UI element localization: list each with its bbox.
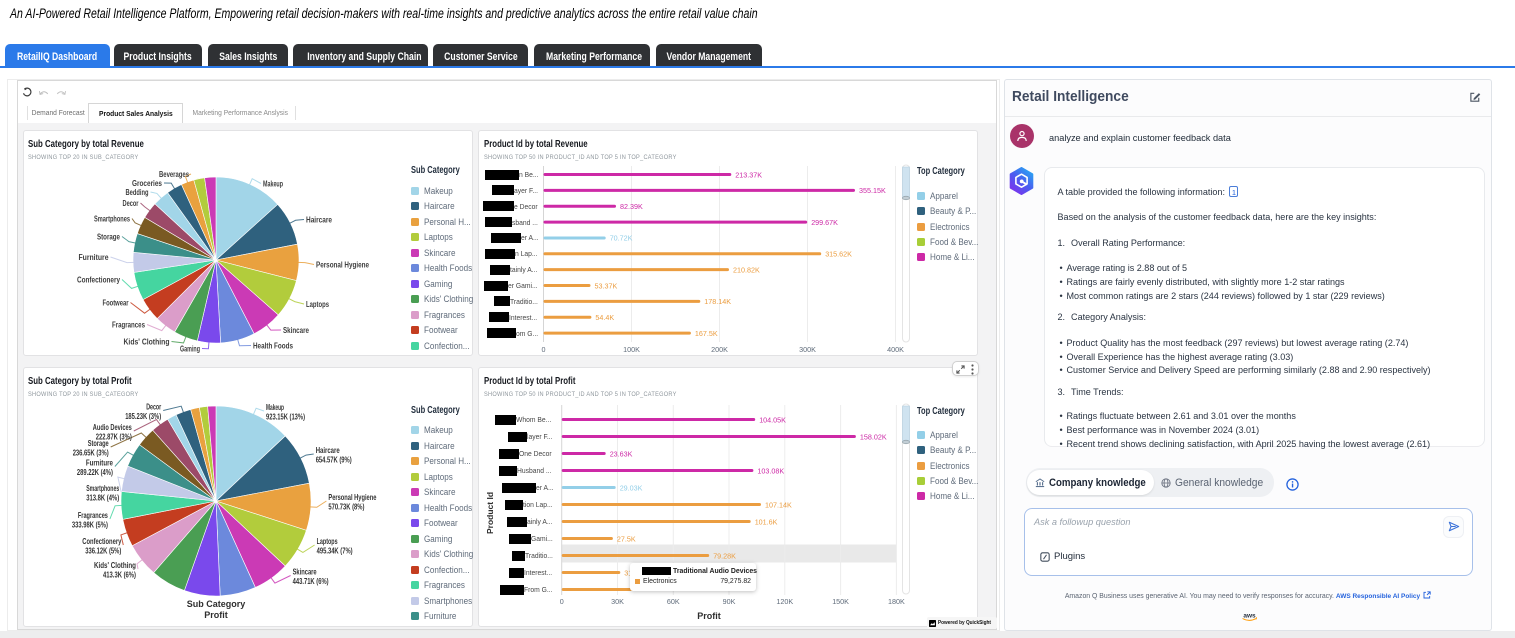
- svg-text:355.15K: 355.15K: [859, 186, 886, 195]
- svg-text:53.37K: 53.37K: [595, 281, 618, 290]
- svg-text:29.03K: 29.03K: [620, 483, 643, 492]
- svg-text:Smartphones: Smartphones: [94, 214, 130, 224]
- svg-text:150K: 150K: [832, 597, 849, 606]
- svg-text:210.82K: 210.82K: [733, 265, 760, 274]
- svg-text:Haircare: Haircare: [316, 446, 340, 455]
- svg-text:336.12K (5%): 336.12K (5%): [85, 547, 121, 556]
- svg-text:107.14K: 107.14K: [765, 500, 792, 509]
- svg-text:120K: 120K: [776, 597, 793, 606]
- svg-text:923.15K (13%): 923.15K (13%): [266, 413, 305, 422]
- svg-text:570.73K (8%): 570.73K (8%): [328, 503, 364, 512]
- svg-text:Haircare: Haircare: [306, 215, 332, 225]
- svg-text:Decor: Decor: [146, 403, 162, 412]
- svg-text:313.8K (4%): 313.8K (4%): [86, 494, 119, 503]
- svg-text:Fragrances: Fragrances: [78, 511, 108, 520]
- svg-text:333.98K (5%): 333.98K (5%): [72, 521, 108, 530]
- svg-text:Laptops: Laptops: [317, 537, 338, 546]
- svg-text:213.37K: 213.37K: [735, 170, 762, 179]
- svg-text:23.63K: 23.63K: [610, 449, 633, 458]
- svg-text:27.5K: 27.5K: [617, 534, 636, 543]
- svg-text:Fragrances: Fragrances: [112, 320, 145, 330]
- svg-text:289.22K (4%): 289.22K (4%): [77, 468, 113, 477]
- svg-text:300K: 300K: [799, 345, 816, 354]
- svg-text:Beverages: Beverages: [159, 169, 189, 179]
- svg-text:82.39K: 82.39K: [620, 202, 643, 211]
- svg-text:Personal Hygiene: Personal Hygiene: [328, 493, 376, 502]
- svg-text:103.08K: 103.08K: [757, 466, 784, 475]
- svg-text:495.34K (7%): 495.34K (7%): [317, 547, 353, 556]
- svg-text:Footwear: Footwear: [103, 298, 129, 308]
- svg-text:100K: 100K: [623, 345, 640, 354]
- svg-text:Audio Devices: Audio Devices: [93, 423, 132, 432]
- svg-text:222.87K (3%): 222.87K (3%): [96, 433, 132, 442]
- svg-text:Health Foods: Health Foods: [253, 341, 293, 351]
- svg-text:Furniture: Furniture: [86, 459, 113, 468]
- svg-text:167.5K: 167.5K: [695, 329, 718, 338]
- svg-text:Kids' Clothing: Kids' Clothing: [124, 337, 170, 347]
- svg-text:185.23K (3%): 185.23K (3%): [125, 412, 161, 421]
- svg-text:Decor: Decor: [123, 198, 139, 208]
- svg-text:Personal Hygiene: Personal Hygiene: [316, 260, 369, 270]
- svg-text:413.3K (6%): 413.3K (6%): [103, 571, 136, 580]
- svg-text:Makeup: Makeup: [266, 403, 284, 412]
- svg-text:178.14K: 178.14K: [704, 297, 731, 306]
- svg-text:200K: 200K: [711, 345, 728, 354]
- svg-text:Confectionery: Confectionery: [77, 275, 120, 285]
- svg-text:Makeup: Makeup: [263, 179, 283, 189]
- svg-text:Skincare: Skincare: [283, 325, 309, 335]
- svg-text:aws: aws: [1243, 612, 1256, 619]
- svg-text:60K: 60K: [667, 597, 680, 606]
- svg-text:30K: 30K: [611, 597, 624, 606]
- svg-text:0: 0: [542, 345, 546, 354]
- svg-text:400K: 400K: [887, 345, 904, 354]
- svg-text:443.71K (6%): 443.71K (6%): [293, 577, 329, 586]
- svg-text:Bedding: Bedding: [126, 187, 149, 197]
- svg-text:Kids' Clothing: Kids' Clothing: [94, 561, 136, 570]
- svg-text:Laptops: Laptops: [306, 299, 329, 309]
- svg-text:180K: 180K: [888, 597, 905, 606]
- svg-text:0: 0: [560, 597, 564, 606]
- svg-text:Furniture: Furniture: [79, 252, 109, 262]
- svg-text:Skincare: Skincare: [293, 568, 317, 577]
- svg-text:Gaming: Gaming: [180, 344, 200, 354]
- svg-text:654.57K (9%): 654.57K (9%): [316, 456, 352, 465]
- svg-text:79.28K: 79.28K: [713, 551, 736, 560]
- svg-text:236.65K (3%): 236.65K (3%): [73, 449, 109, 458]
- svg-text:101.6K: 101.6K: [755, 517, 778, 526]
- svg-text:54.4K: 54.4K: [595, 313, 614, 322]
- svg-text:Groceries: Groceries: [132, 178, 162, 188]
- svg-text:Smartphones: Smartphones: [86, 484, 119, 493]
- svg-text:104.05K: 104.05K: [759, 415, 786, 424]
- svg-text:315.62K: 315.62K: [825, 250, 852, 259]
- svg-text:Confectionery: Confectionery: [82, 537, 121, 546]
- svg-text:158.02K: 158.02K: [860, 432, 887, 441]
- svg-text:Storage: Storage: [97, 232, 120, 242]
- svg-text:70.72K: 70.72K: [610, 234, 633, 243]
- svg-text:299.67K: 299.67K: [811, 218, 838, 227]
- svg-text:90K: 90K: [723, 597, 736, 606]
